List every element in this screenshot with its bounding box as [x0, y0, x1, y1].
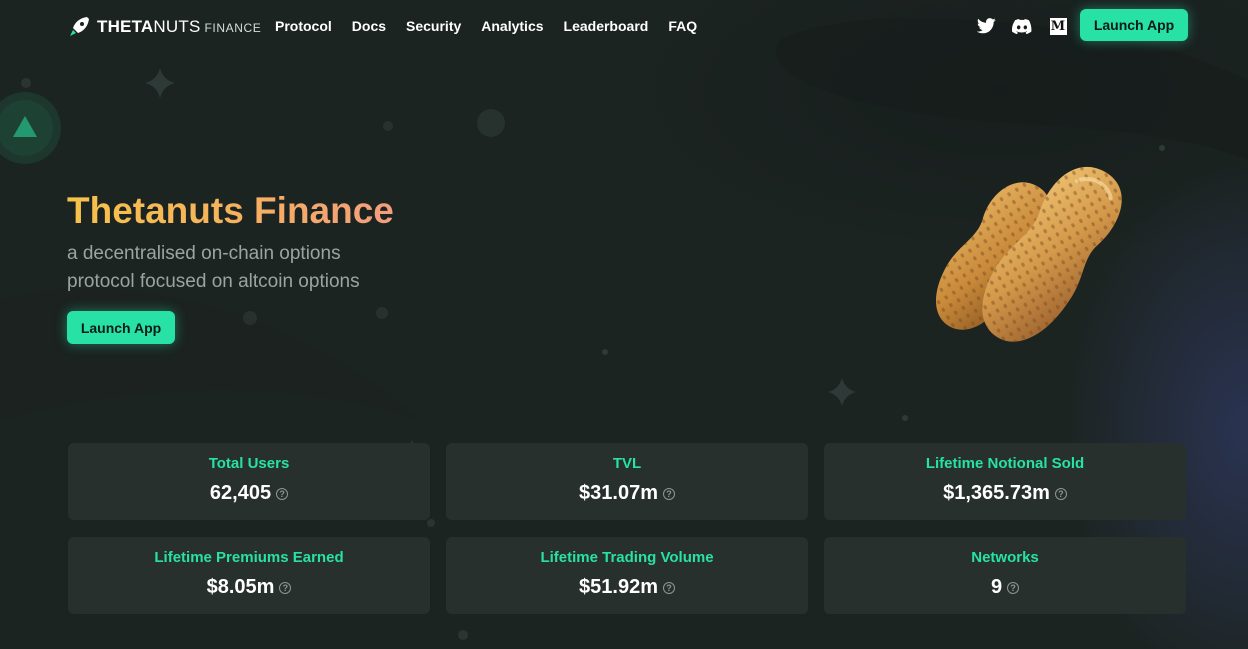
thetanuts-logo[interactable]: THETANUTS FINANCE	[67, 13, 261, 41]
discord-link[interactable]	[1012, 16, 1032, 36]
help-circle-icon[interactable]: ?	[662, 582, 675, 594]
hero-subtitle: a decentralised on-chain options protoco…	[67, 240, 427, 296]
medium-link[interactable]: M	[1048, 16, 1068, 36]
twitter-bird-icon	[976, 18, 996, 34]
hero-launch-app-button[interactable]: Launch App	[67, 311, 175, 344]
stat-label: TVL	[612, 455, 642, 472]
nav-leaderboard[interactable]: Leaderboard	[564, 18, 649, 34]
stat-card-tvl: TVL $31.07m ?	[446, 443, 808, 520]
top-navbar: THETANUTS FINANCE Protocol Docs Security …	[0, 0, 1248, 54]
stat-value: $51.92m	[579, 576, 658, 598]
logo-text-finance: FINANCE	[204, 21, 262, 35]
logo-text-bold: THETA	[97, 17, 154, 36]
help-circle-icon[interactable]: ?	[662, 488, 675, 500]
stat-value: $31.07m	[579, 482, 658, 504]
header-launch-app-button[interactable]: Launch App	[1080, 9, 1188, 41]
nav-protocol[interactable]: Protocol	[275, 18, 332, 34]
help-circle-icon[interactable]: ?	[1007, 582, 1020, 594]
stat-value: 62,405	[209, 482, 272, 504]
page: THETANUTS FINANCE Protocol Docs Security …	[0, 0, 1248, 649]
logo-text-light: NUTS	[153, 17, 201, 36]
rocket-logo-icon	[70, 17, 89, 36]
help-circle-icon[interactable]: ?	[1054, 488, 1067, 500]
nav-faq[interactable]: FAQ	[668, 18, 697, 34]
stat-label: Lifetime Trading Volume	[540, 549, 714, 566]
main-nav: Protocol Docs Security Analytics Leaderb…	[275, 18, 697, 34]
peanut-illustration	[935, 166, 1122, 342]
stat-card-lifetime-trading-volume: Lifetime Trading Volume $51.92m ?	[446, 537, 808, 614]
discord-controller-icon	[1012, 18, 1032, 34]
help-circle-icon[interactable]: ?	[276, 488, 289, 500]
medium-m-icon: M	[1049, 17, 1067, 35]
stat-value: $8.05m	[206, 576, 275, 598]
stat-value-row: $31.07m ?	[579, 481, 675, 505]
stat-value: $1,365.73m	[943, 482, 1050, 504]
nav-docs[interactable]: Docs	[352, 18, 386, 34]
stat-value-row: $1,365.73m ?	[943, 481, 1067, 505]
stat-value-row: $51.92m ?	[579, 575, 675, 599]
hero-title: Thetanuts Finance	[67, 190, 394, 231]
stat-value-row: $8.05m ?	[207, 575, 292, 599]
nav-security[interactable]: Security	[406, 18, 461, 34]
stat-value: 9	[990, 576, 1003, 598]
stat-value-row: 62,405 ?	[209, 481, 289, 505]
social-links: M	[976, 16, 1068, 36]
hero-subtitle-line-1: a decentralised on-chain options	[67, 243, 341, 264]
help-circle-icon[interactable]: ?	[279, 582, 292, 594]
stat-card-total-users: Total Users 62,405 ?	[68, 443, 430, 520]
stat-card-lifetime-notional-sold: Lifetime Notional Sold $1,365.73m ?	[824, 443, 1186, 520]
stat-card-lifetime-premiums-earned: Lifetime Premiums Earned $8.05m ?	[68, 537, 430, 614]
stat-value-row: 9 ?	[990, 575, 1020, 599]
stat-label: Lifetime Notional Sold	[925, 455, 1085, 472]
logo-wordmark: THETANUTS FINANCE	[97, 17, 261, 37]
stat-label: Total Users	[208, 455, 290, 472]
stat-card-networks: Networks 9 ?	[824, 537, 1186, 614]
nav-analytics[interactable]: Analytics	[481, 18, 543, 34]
stats-grid: Total Users 62,405 ? TVL $31.07m ? Lifet…	[68, 443, 1187, 614]
hero-subtitle-line-2: protocol focused on altcoin options	[67, 271, 360, 292]
stat-label: Networks	[971, 549, 1039, 566]
twitter-link[interactable]	[976, 16, 996, 36]
stat-label: Lifetime Premiums Earned	[154, 549, 344, 566]
